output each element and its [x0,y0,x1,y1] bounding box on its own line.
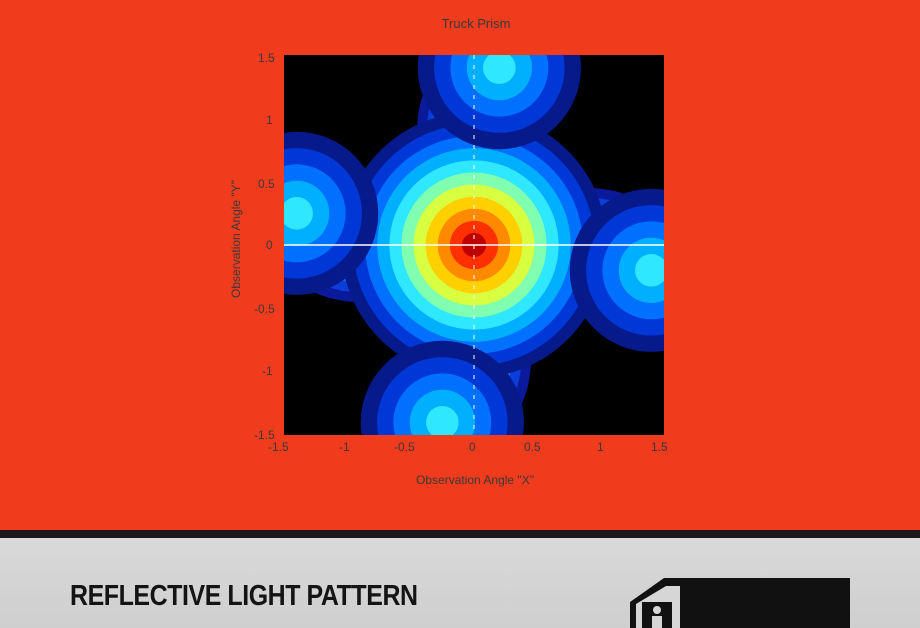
x-axis-label: Observation Angle "X" [416,473,534,487]
x-tick-label: -0.5 [394,440,415,454]
x-tick-label: 1.5 [651,440,668,454]
y-tick-label: 1.5 [258,51,275,65]
divider [0,530,920,538]
heatmap-peak-ring [284,197,313,230]
truck-icon [630,578,850,628]
heatmap-peak-ring [483,55,516,84]
x-tick-label: -1.5 [268,440,289,454]
y-tick-label: -0.5 [254,302,275,316]
heatmap-peak-ring [635,254,664,287]
x-tick-label: 0.5 [524,440,541,454]
y-tick-label: 0 [266,238,273,252]
y-axis-label: Observation Angle "Y" [229,180,243,298]
footer-title: REFLECTIVE LIGHT PATTERN [70,580,418,612]
heatmap-chart [284,55,664,435]
x-tick-label: 1 [597,440,604,454]
slide-background: Truck Prism 1.5 1 0.5 0 -0.5 -1 -1.5 -1.… [0,0,920,530]
y-tick-label: 1 [266,113,273,127]
x-tick-label: -1 [339,440,350,454]
x-tick-label: 0 [469,440,476,454]
y-tick-label: -1 [262,364,273,378]
heatmap-peak-ring [426,406,459,435]
y-tick-label: 0.5 [258,177,275,191]
